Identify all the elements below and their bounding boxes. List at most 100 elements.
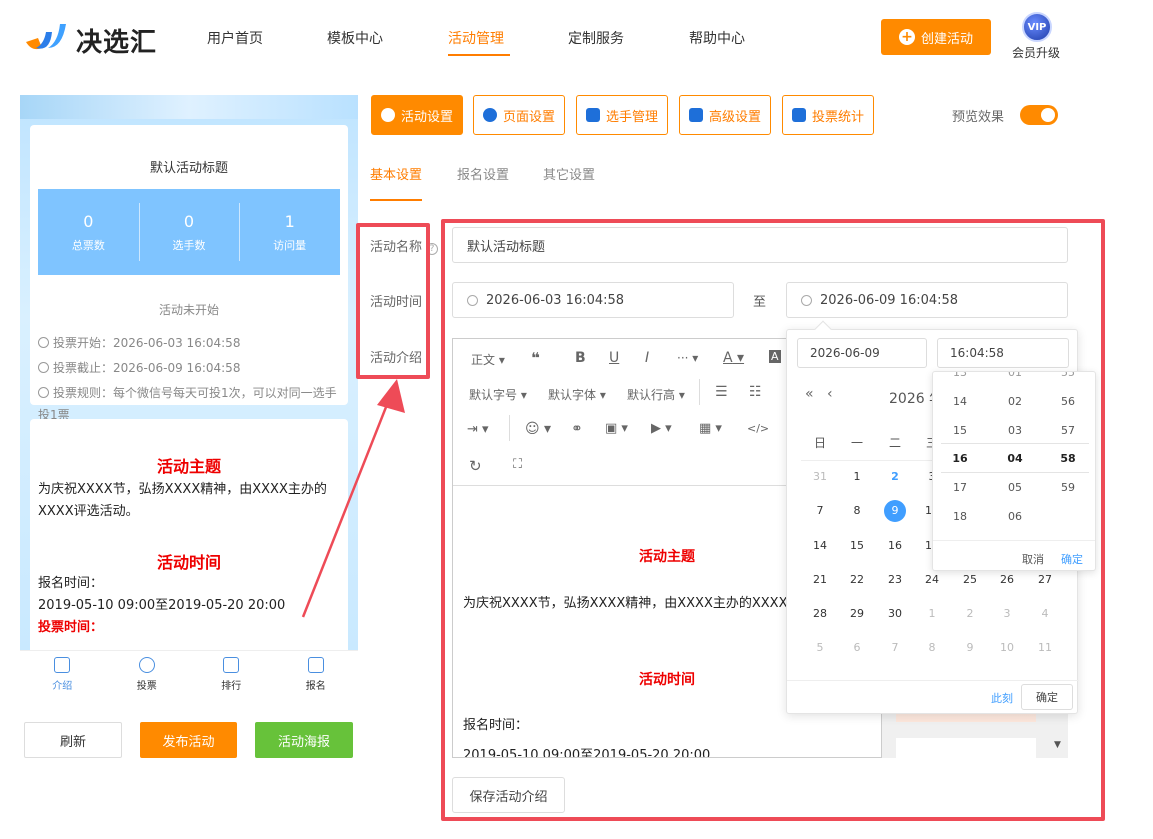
calendar-day[interactable]: 2 <box>880 470 910 483</box>
user-icon <box>138 657 155 673</box>
time-cell-partial: 55 <box>1061 371 1075 379</box>
create-activity-button[interactable]: + 创建活动 <box>881 19 991 55</box>
tab-ranking[interactable]: 排行 <box>189 651 274 698</box>
calendar-day[interactable]: 24 <box>917 573 947 586</box>
clock-icon <box>38 337 49 348</box>
calendar-day[interactable]: 31 <box>805 470 835 483</box>
gear-icon <box>482 108 497 122</box>
tab-vote[interactable]: 投票 <box>105 651 190 698</box>
calendar-day[interactable]: 23 <box>880 573 910 586</box>
calendar-day[interactable]: 29 <box>842 607 872 620</box>
calendar-day[interactable]: 25 <box>955 573 985 586</box>
time-cell-minute[interactable]: 02 <box>988 395 1042 408</box>
calendar-day[interactable]: 7 <box>880 641 910 654</box>
tab-page-settings[interactable]: 页面设置 <box>473 95 565 135</box>
time-cancel-button[interactable]: 取消 <box>1022 551 1044 567</box>
annotation-arrow-icon <box>301 379 405 618</box>
time-cell-minute[interactable]: 05 <box>988 481 1042 494</box>
vip-upgrade-link[interactable]: 会员升级 <box>1012 44 1060 61</box>
time-confirm-button[interactable]: 确定 <box>1061 551 1083 567</box>
calendar-day[interactable]: 14 <box>805 539 835 552</box>
calendar-day[interactable]: 21 <box>805 573 835 586</box>
time-cell-minute[interactable]: 06 <box>988 510 1042 523</box>
time-cell-minute[interactable]: 03 <box>988 424 1042 437</box>
document-icon <box>54 657 71 673</box>
calendar-day[interactable]: 7 <box>805 504 835 517</box>
refresh-button[interactable]: 刷新 <box>24 722 122 758</box>
calendar-day[interactable]: 27 <box>1030 573 1060 586</box>
calendar-day[interactable]: 10 <box>992 641 1022 654</box>
time-footer-divider <box>933 540 1095 541</box>
time-cell-second[interactable]: 59 <box>1041 481 1095 494</box>
date-confirm-button[interactable]: 确定 <box>1021 684 1073 710</box>
calendar-day[interactable]: 30 <box>880 607 910 620</box>
calendar-day[interactable]: 6 <box>842 641 872 654</box>
nav-help-center[interactable]: 帮助中心 <box>689 28 745 48</box>
tab-vote-statistics[interactable]: 投票统计 <box>782 95 874 135</box>
calendar-day[interactable]: 9 <box>955 641 985 654</box>
time-cell-hour[interactable]: 16 <box>933 452 987 465</box>
calendar-day[interactable]: 8 <box>917 641 947 654</box>
calendar-day[interactable]: 9 <box>880 500 910 522</box>
prev-year-icon[interactable]: « <box>805 386 814 402</box>
weekday-header: 一 <box>850 436 863 450</box>
activity-poster-button[interactable]: 活动海报 <box>255 722 353 758</box>
calendar-day[interactable]: 8 <box>842 504 872 517</box>
publish-activity-button[interactable]: 发布活动 <box>140 722 237 758</box>
tab-contestant-management[interactable]: 选手管理 <box>576 95 668 135</box>
time-cell-hour[interactable]: 18 <box>933 510 987 523</box>
time-cell-second[interactable]: 58 <box>1041 452 1095 465</box>
preview-effect-label: 预览效果 <box>952 110 1005 125</box>
picker-footer-divider <box>787 680 1079 681</box>
time-cell-second[interactable]: 57 <box>1041 424 1095 437</box>
calendar-day[interactable]: 22 <box>842 573 872 586</box>
calendar-day[interactable]: 3 <box>992 607 1022 620</box>
time-selection-line <box>941 443 1089 444</box>
id-card-icon <box>307 657 324 673</box>
subtab-active-underline <box>370 199 422 201</box>
calendar-day[interactable]: 2 <box>955 607 985 620</box>
nav-active-underline <box>448 54 510 56</box>
create-activity-label: 创建活动 <box>920 31 973 47</box>
preview-title: 默认活动标题 <box>149 161 228 176</box>
calendar-day[interactable]: 1 <box>842 470 872 483</box>
calendar-day[interactable]: 11 <box>1030 641 1060 654</box>
calendar-day[interactable]: 16 <box>880 539 910 552</box>
time-cell-hour[interactable]: 17 <box>933 481 987 494</box>
preview-effect-toggle[interactable] <box>1020 105 1058 125</box>
nav-custom-service[interactable]: 定制服务 <box>568 28 624 48</box>
picker-date-input[interactable]: 2026-06-09 <box>797 338 927 368</box>
time-cell-second[interactable]: 56 <box>1041 395 1095 408</box>
time-cell-hour[interactable]: 15 <box>933 424 987 437</box>
calendar-day[interactable]: 1 <box>917 607 947 620</box>
preview-status: 活动未开始 <box>158 303 219 317</box>
time-cell-partial: 01 <box>1008 371 1022 379</box>
tab-signup[interactable]: 报名 <box>274 651 359 698</box>
time-cell-minute[interactable]: 04 <box>988 452 1042 465</box>
bar-chart-icon <box>791 108 806 122</box>
tab-intro[interactable]: 介绍 <box>20 651 105 698</box>
nav-activity-management[interactable]: 活动管理 <box>448 28 504 48</box>
calendar-day[interactable]: 4 <box>1030 607 1060 620</box>
time-cell-hour[interactable]: 14 <box>933 395 987 408</box>
now-button[interactable]: 此刻 <box>991 690 1013 706</box>
subtab-signup-settings[interactable]: 报名设置 <box>457 164 509 183</box>
nav-templates[interactable]: 模板中心 <box>327 28 383 48</box>
subtab-other-settings[interactable]: 其它设置 <box>543 164 595 183</box>
subtab-basic-settings[interactable]: 基本设置 <box>370 164 422 183</box>
brand-name[interactable]: 决选汇 <box>76 22 157 59</box>
time-selection-line <box>941 472 1089 473</box>
calendar-day[interactable]: 28 <box>805 607 835 620</box>
prev-month-icon[interactable]: ‹ <box>827 386 833 402</box>
tab-activity-settings[interactable]: 活动设置 <box>371 95 463 135</box>
nav-home[interactable]: 用户首页 <box>207 28 263 48</box>
calendar-day[interactable]: 26 <box>992 573 1022 586</box>
picker-time-input[interactable]: 16:04:58 <box>937 338 1069 368</box>
labels-highlight-box <box>356 223 430 379</box>
calendar-day[interactable]: 15 <box>842 539 872 552</box>
tab-advanced-settings[interactable]: 高级设置 <box>679 95 771 135</box>
stat-visits: 1 访问量 <box>239 189 340 275</box>
calendar-day[interactable]: 5 <box>805 641 835 654</box>
time-picker-popup: 13 01 55 14 15 16 17 18 02 03 04 05 06 56 57 58 59 取消… <box>932 371 1096 571</box>
vip-badge-icon[interactable]: VIP <box>1022 12 1052 42</box>
